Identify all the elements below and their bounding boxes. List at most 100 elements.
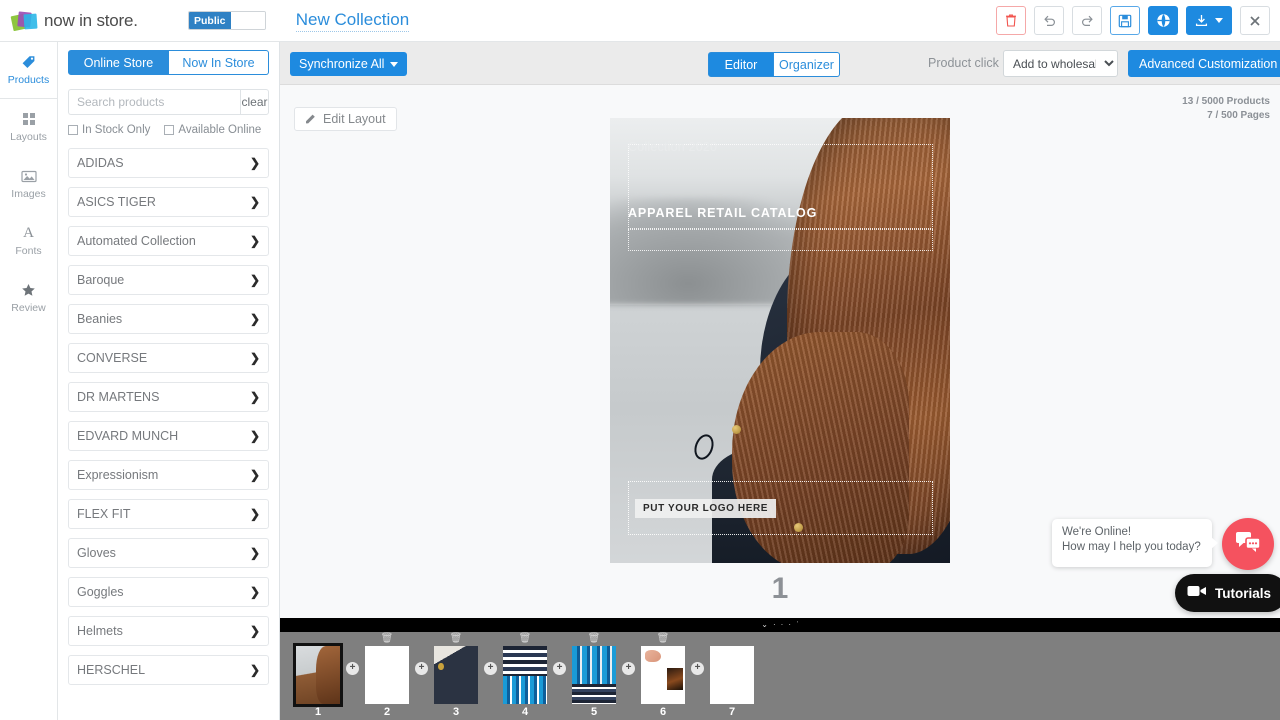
- page-thumbnail[interactable]: [572, 646, 616, 704]
- filmstrip-page: 7: [704, 632, 760, 718]
- chat-launcher-button[interactable]: [1222, 518, 1274, 570]
- page-thumbnail[interactable]: [641, 646, 685, 704]
- image-icon: [21, 169, 37, 184]
- close-button[interactable]: [1240, 6, 1270, 35]
- chevron-right-icon: ❯: [250, 546, 260, 560]
- undo-button[interactable]: [1034, 6, 1064, 35]
- brand-logo[interactable]: now in store.: [12, 10, 138, 32]
- category-item[interactable]: ASICS TIGER❯: [68, 187, 269, 217]
- edit-layout-button[interactable]: Edit Layout: [294, 107, 397, 131]
- filmstrip-page: 🗑6: [635, 632, 691, 718]
- publish-globe-button[interactable]: [1148, 6, 1178, 35]
- page-thumbnail[interactable]: [710, 646, 754, 704]
- trash-icon[interactable]: 🗑: [657, 632, 670, 646]
- plus-circle-icon[interactable]: +: [484, 662, 497, 675]
- pencil-icon: [305, 112, 317, 127]
- chevron-right-icon: ❯: [250, 468, 260, 482]
- save-button[interactable]: [1110, 6, 1140, 35]
- plus-circle-icon[interactable]: +: [415, 662, 428, 675]
- filmstrip-collapse-bar[interactable]: ⌄ · · · ˈ: [280, 618, 1280, 632]
- sidebar-item-label: Fonts: [15, 245, 41, 257]
- top-bar: now in store. Public New Collection: [0, 0, 1280, 42]
- category-item[interactable]: Gloves ❯: [68, 538, 269, 568]
- page-thumbnail[interactable]: [365, 646, 409, 704]
- trash-icon[interactable]: 🗑: [381, 632, 394, 646]
- collection-title[interactable]: New Collection: [296, 10, 409, 32]
- sidebar-item-products[interactable]: Products: [0, 42, 57, 99]
- plus-circle-icon[interactable]: +: [622, 662, 635, 675]
- plus-circle-icon[interactable]: +: [691, 662, 704, 675]
- page-canvas[interactable]: Collection 2020 APPAREL RETAIL CATALOG P…: [610, 118, 950, 563]
- clear-search-button[interactable]: clear: [240, 89, 269, 115]
- chevron-down-icon[interactable]: ⌄: [761, 621, 768, 629]
- usage-counters: 13 / 5000 Products 7 / 500 Pages: [1182, 95, 1270, 123]
- sidebar-item-layouts[interactable]: Layouts: [0, 99, 57, 156]
- category-item[interactable]: DR MARTENS ❯: [68, 382, 269, 412]
- category-item[interactable]: CONVERSE❯: [68, 343, 269, 373]
- category-label: EDVARD MUNCH: [77, 429, 178, 443]
- plus-circle-icon[interactable]: +: [346, 662, 359, 675]
- search-input[interactable]: [68, 89, 240, 115]
- category-label: HERSCHEL: [77, 663, 145, 677]
- tab-editor[interactable]: Editor: [708, 52, 774, 77]
- grid-icon: [23, 112, 35, 127]
- filter-label: In Stock Only: [82, 124, 150, 136]
- page-thumbnail[interactable]: [503, 646, 547, 704]
- category-item[interactable]: Helmets❯: [68, 616, 269, 646]
- chevron-right-icon: ❯: [250, 390, 260, 404]
- sidebar-item-images[interactable]: Images: [0, 156, 57, 213]
- category-item[interactable]: EDVARD MUNCH❯: [68, 421, 269, 451]
- category-item[interactable]: Automated Collection❯: [68, 226, 269, 256]
- trash-icon[interactable]: 🗑: [588, 632, 601, 646]
- advanced-customization-button[interactable]: Advanced Customization: [1128, 50, 1280, 77]
- visibility-toggle[interactable]: Public: [188, 11, 266, 30]
- download-button[interactable]: [1186, 6, 1232, 35]
- category-item[interactable]: Expressionism❯: [68, 460, 269, 490]
- filter-available-online[interactable]: Available Online: [164, 124, 261, 136]
- category-item[interactable]: HERSCHEL❯: [68, 655, 269, 685]
- main-toolbar: Synchronize All Editor Organizer Product…: [280, 42, 1280, 85]
- category-item[interactable]: FLEX FIT❯: [68, 499, 269, 529]
- chevron-up-icon[interactable]: ˈ: [796, 621, 799, 629]
- category-label: Gloves: [77, 546, 116, 560]
- category-label: ASICS TIGER: [77, 195, 156, 209]
- checkbox-icon[interactable]: [68, 125, 78, 135]
- synchronize-all-button[interactable]: Synchronize All: [290, 52, 407, 76]
- page-thumbnail[interactable]: [296, 646, 340, 704]
- logo-placeholder-text[interactable]: PUT YOUR LOGO HERE: [635, 499, 776, 518]
- category-item[interactable]: Beanies❯: [68, 304, 269, 334]
- synchronize-all-label: Synchronize All: [299, 57, 384, 71]
- text-frame-subtitle[interactable]: [628, 229, 933, 251]
- sidebar-item-review[interactable]: Review: [0, 270, 57, 327]
- products-panel: Online Store Now In Store clear In Stock…: [58, 42, 280, 720]
- tag-icon: [21, 55, 36, 70]
- tutorials-button[interactable]: Tutorials: [1175, 574, 1280, 612]
- trash-icon[interactable]: 🗑: [519, 632, 532, 646]
- store-source-tabs: Online Store Now In Store: [68, 50, 269, 75]
- filter-in-stock-only[interactable]: In Stock Only: [68, 124, 150, 136]
- chevron-right-icon: ❯: [250, 624, 260, 638]
- page-thumbnail-number: 3: [453, 706, 459, 718]
- page-thumbnail-number: 5: [591, 706, 597, 718]
- checkbox-icon[interactable]: [164, 125, 174, 135]
- tab-organizer[interactable]: Organizer: [774, 52, 840, 77]
- page-thumbnail-number: 7: [729, 706, 735, 718]
- cover-collection-text[interactable]: Collection 2020: [628, 140, 717, 154]
- cover-title-text[interactable]: APPAREL RETAIL CATALOG: [628, 206, 817, 220]
- product-count: 13 / 5000 Products: [1182, 95, 1270, 109]
- category-item[interactable]: Baroque❯: [68, 265, 269, 295]
- filmstrip-page: 🗑3: [428, 632, 484, 718]
- plus-circle-icon[interactable]: +: [553, 662, 566, 675]
- page-thumbnail[interactable]: [434, 646, 478, 704]
- sidebar-item-fonts[interactable]: A Fonts: [0, 213, 57, 270]
- delete-button[interactable]: [996, 6, 1026, 35]
- tab-now-in-store[interactable]: Now In Store: [169, 50, 269, 75]
- redo-button[interactable]: [1072, 6, 1102, 35]
- product-click-select[interactable]: Add to wholesaleOpen product pageDo noth…: [1003, 50, 1118, 77]
- category-item[interactable]: ADIDAS❯: [68, 148, 269, 178]
- category-item[interactable]: Goggles❯: [68, 577, 269, 607]
- category-label: DR MARTENS: [77, 390, 159, 404]
- filmstrip-page: 🗑5: [566, 632, 622, 718]
- tab-online-store[interactable]: Online Store: [68, 50, 169, 75]
- trash-icon[interactable]: 🗑: [450, 632, 463, 646]
